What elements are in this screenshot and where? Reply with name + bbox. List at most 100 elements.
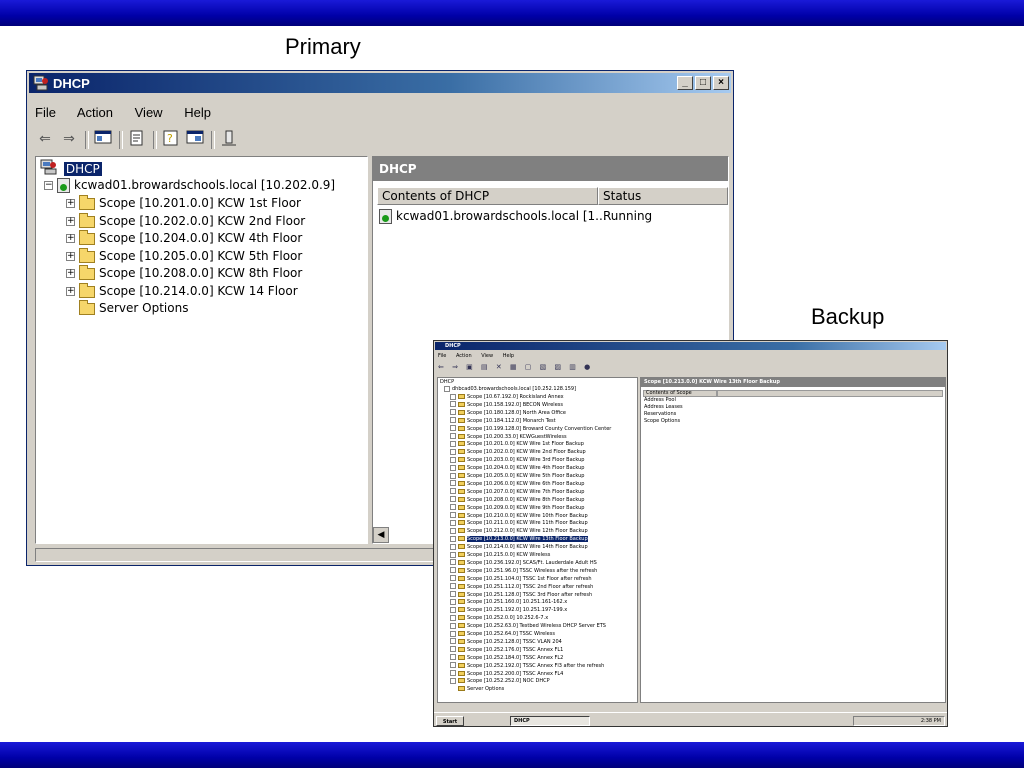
expand-icon[interactable]	[450, 670, 456, 676]
expand-icon[interactable]	[450, 433, 456, 439]
expand-icon[interactable]	[450, 480, 456, 487]
maximize-button[interactable]: □	[695, 76, 711, 90]
backup-tree-scope[interactable]: Scope [10.252.128.0] TSSC VLAN 204	[450, 638, 562, 646]
minimize-button[interactable]: _	[677, 76, 693, 90]
expand-icon[interactable]	[450, 677, 456, 684]
expand-icon[interactable]	[450, 567, 456, 574]
expand-icon[interactable]	[450, 504, 456, 511]
backup-tree-scope[interactable]: Scope [10.251.128.0] TSSC 3rd Floor afte…	[450, 591, 592, 599]
title-bar[interactable]: DHCP _ □ ×	[29, 73, 731, 93]
backup-menu-view[interactable]: View	[481, 353, 493, 359]
expand-icon[interactable]	[450, 425, 456, 432]
expand-icon[interactable]	[450, 519, 456, 526]
expand-icon[interactable]	[450, 606, 456, 613]
expand-icon[interactable]	[450, 559, 456, 566]
expand-icon[interactable]: +	[66, 199, 75, 208]
backup-menu-action[interactable]: Action	[456, 353, 472, 359]
menu-help[interactable]: Help	[184, 105, 211, 120]
back-arrow-icon[interactable]: ⇐	[35, 129, 55, 149]
tree-root[interactable]: DHCP	[40, 159, 102, 176]
backup-tree-scope[interactable]: Scope [10.251.96.0] TSSC Wireless after …	[450, 567, 597, 575]
expand-icon[interactable]	[450, 393, 456, 400]
menu-file[interactable]: File	[35, 105, 56, 120]
backup-tree-server-options[interactable]: Server Options	[458, 685, 504, 693]
expand-icon[interactable]	[450, 654, 456, 661]
expand-icon[interactable]	[450, 630, 456, 637]
tree-scope[interactable]: + Scope [10.208.0.0] KCW 8th Floor	[66, 264, 302, 282]
backup-tree-scope[interactable]: Scope [10.252.184.0] TSSC Annex FL2	[450, 654, 563, 662]
tree-server[interactable]: − kcwad01.browardschools.local [10.202.0.…	[44, 177, 335, 194]
start-button[interactable]: Start	[436, 716, 464, 726]
show-hide-tree-icon[interactable]	[93, 129, 113, 149]
menu-view[interactable]: View	[135, 105, 163, 120]
expand-icon[interactable]	[450, 456, 456, 463]
forward-arrow-icon[interactable]: ⇒	[59, 129, 79, 149]
taskbar-dhcp-button[interactable]: DHCP	[510, 716, 590, 726]
backup-item-scope-options[interactable]: Scope Options	[644, 418, 680, 425]
close-button[interactable]: ×	[713, 76, 729, 90]
backup-tree-scope[interactable]: Scope [10.200.33.0] KCWGuestWireless	[450, 433, 567, 441]
backup-tree-scope[interactable]: Scope [10.236.192.0] SCAS/Ft. Lauderdale…	[450, 559, 597, 567]
expand-icon[interactable]	[450, 496, 456, 503]
expand-icon[interactable]: +	[66, 234, 75, 243]
backup-tree-scope[interactable]: Scope [10.209.0.0] KCW Wire 9th Floor Ba…	[450, 504, 584, 512]
backup-tree-scope[interactable]: Scope [10.67.192.0] Rockisland Annex	[450, 393, 564, 401]
expand-icon[interactable]	[450, 646, 456, 653]
expand-icon[interactable]	[450, 535, 456, 542]
backup-tree-scope[interactable]: Scope [10.184.112.0] Monarch Test	[450, 417, 556, 425]
expand-icon[interactable]	[450, 662, 456, 669]
expand-icon[interactable]	[450, 598, 456, 605]
backup-tree-scope[interactable]: Scope [10.252.63.0] Testbed Wireless DHC…	[450, 622, 606, 630]
backup-tree-scope[interactable]: Scope [10.251.104.0] TSSC 1st Floor afte…	[450, 575, 592, 583]
backup-tree-scope[interactable]: Scope [10.206.0.0] KCW Wire 6th Floor Ba…	[450, 480, 584, 488]
column-status[interactable]: Status	[598, 187, 728, 205]
backup-tree-scope[interactable]: Scope [10.251.192.0] 10.251.197-199.x	[450, 606, 567, 614]
backup-menu-file[interactable]: File	[438, 353, 446, 359]
backup-tree-scope[interactable]: Scope [10.252.192.0] TSSC Annex Fl3 afte…	[450, 662, 604, 670]
tree-server-options[interactable]: Server Options	[79, 299, 188, 317]
menu-action[interactable]: Action	[77, 105, 113, 120]
expand-icon[interactable]	[450, 638, 456, 645]
backup-tree-scope[interactable]: Scope [10.211.0.0] KCW Wire 11th Floor B…	[450, 519, 588, 527]
expand-icon[interactable]	[450, 401, 456, 408]
expand-icon[interactable]	[450, 448, 456, 455]
backup-tree-scope[interactable]: Scope [10.251.112.0] TSSC 2nd Floor afte…	[450, 583, 593, 591]
backup-menu-help[interactable]: Help	[503, 353, 514, 359]
expand-icon[interactable]	[450, 488, 456, 495]
backup-tree-scope[interactable]: Scope [10.207.0.0] KCW Wire 7th Floor Ba…	[450, 488, 584, 496]
collapse-icon[interactable]: −	[44, 181, 53, 190]
expand-icon[interactable]	[450, 472, 456, 479]
backup-tree-scope[interactable]: Scope [10.210.0.0] KCW Wire 10th Floor B…	[450, 512, 588, 520]
backup-tree-scope[interactable]: Scope [10.158.192.0] BECON Wireless	[450, 401, 563, 409]
properties-icon[interactable]	[185, 129, 205, 149]
backup-tree-scope[interactable]: Scope [10.208.0.0] KCW Wire 8th Floor Ba…	[450, 496, 584, 504]
export-list-icon[interactable]	[127, 129, 147, 149]
expand-icon[interactable]	[450, 527, 456, 534]
backup-item-address-leases[interactable]: Address Leases	[644, 404, 683, 411]
backup-tree-scope[interactable]: Scope [10.205.0.0] KCW Wire 5th Floor Ba…	[450, 472, 584, 480]
expand-icon[interactable]	[450, 417, 456, 424]
backup-tree-scope[interactable]: Scope [10.199.128.0] Broward County Conv…	[450, 425, 611, 433]
expand-icon[interactable]: +	[66, 287, 75, 296]
backup-tree-scope[interactable]: Scope [10.252.252.0] NOC DHCP	[450, 677, 550, 685]
backup-tree-scope[interactable]: Scope [10.180.128.0] North Area Office	[450, 409, 566, 417]
tree-scope[interactable]: + Scope [10.201.0.0] KCW 1st Floor	[66, 194, 301, 212]
backup-item-reservations[interactable]: Reservations	[644, 411, 676, 418]
backup-tree-scope[interactable]: Scope [10.252.200.0] TSSC Annex FL4	[450, 670, 563, 678]
expand-icon[interactable]	[450, 512, 456, 518]
backup-tree-server[interactable]: dhbcad03.browardschools.local [10.252.12…	[444, 385, 576, 393]
expand-icon[interactable]	[450, 614, 456, 621]
expand-icon[interactable]	[450, 464, 456, 471]
backup-tree-scope[interactable]: Scope [10.251.160.0] 10.251.161-162.x	[450, 598, 567, 606]
backup-tree-scope[interactable]: Scope [10.201.0.0] KCW Wire 1st Floor Ba…	[450, 440, 584, 448]
backup-tree-scope[interactable]: Scope [10.213.0.0] KCW Wire 13th Floor B…	[450, 535, 588, 543]
backup-tree-scope[interactable]: Scope [10.212.0.0] KCW Wire 12th Floor B…	[450, 527, 588, 535]
column-contents[interactable]: Contents of DHCP	[377, 187, 598, 205]
list-item[interactable]: kcwad01.browardschools.local [1...	[379, 208, 607, 225]
backup-tree-scope[interactable]: Scope [10.214.0.0] KCW Wire 14th Floor B…	[450, 543, 588, 551]
backup-tree-scope[interactable]: Scope [10.203.0.0] KCW Wire 3rd Floor Ba…	[450, 456, 584, 464]
backup-tree-scope[interactable]: Scope [10.215.0.0] KCW Wireless	[450, 551, 550, 559]
expand-icon[interactable]	[450, 551, 456, 558]
tree-scope[interactable]: + Scope [10.214.0.0] KCW 14 Floor	[66, 282, 298, 300]
tree-scope[interactable]: + Scope [10.204.0.0] KCW 4th Floor	[66, 229, 302, 247]
